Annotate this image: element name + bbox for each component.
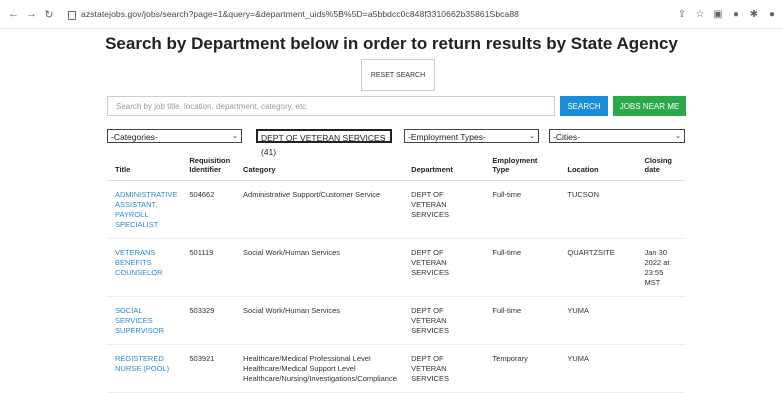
- chevron-down-icon: ⌄: [529, 133, 535, 140]
- categories-select[interactable]: -Categories- ⌄: [107, 129, 242, 143]
- categories-value: -Categories-: [111, 132, 158, 142]
- jobs-table: Title Requisition Identifier Category De…: [107, 156, 685, 393]
- employment-type-cell: Full-time: [484, 238, 560, 297]
- closing-date-cell: Jan 30 2022 at 23:55 MST: [636, 238, 685, 297]
- header-employment-type[interactable]: Employment Type: [484, 156, 560, 181]
- extension-icon[interactable]: ▣: [713, 9, 723, 20]
- reload-icon[interactable]: ↻: [44, 8, 54, 21]
- job-title-link[interactable]: VETERANS BENEFITS COUNSELOR: [107, 238, 182, 297]
- closing-date-cell: [636, 344, 685, 393]
- header-title[interactable]: Title: [107, 156, 182, 181]
- cities-select[interactable]: -Cities- ⌄: [549, 129, 685, 143]
- table-row: SOCIAL SERVICES SUPERVISOR 503329 Social…: [107, 296, 685, 345]
- lock-icon: [68, 10, 76, 20]
- department-cell: DEPT OF VETERAN SERVICES: [403, 238, 485, 297]
- requisition-id: 504662: [181, 180, 236, 239]
- star-icon[interactable]: ☆: [695, 9, 705, 20]
- table-row: REGISTERED NURSE (POOL) 503921 Healthcar…: [107, 344, 685, 393]
- employment-type-value: -Employment Types-: [408, 132, 486, 142]
- url-text: azstatejobs.gov/jobs/search?page=1&query…: [81, 9, 519, 19]
- header-requisition[interactable]: Requisition Identifier: [181, 156, 236, 181]
- closing-date-cell: [636, 296, 685, 345]
- department-cell: DEPT OF VETERAN SERVICES: [403, 296, 485, 345]
- employment-type-select[interactable]: -Employment Types- ⌄: [404, 129, 539, 143]
- page-title: Search by Department below in order to r…: [105, 34, 678, 53]
- location-cell: QUARTZSITE: [559, 238, 637, 297]
- share-icon[interactable]: ⇪: [677, 9, 687, 20]
- header-department[interactable]: Department: [403, 156, 485, 181]
- table-row: VETERANS BENEFITS COUNSELOR 501119 Socia…: [107, 238, 685, 297]
- employment-type-cell: Full-time: [484, 180, 560, 239]
- requisition-id: 501119: [181, 238, 236, 297]
- forward-icon[interactable]: →: [26, 8, 37, 21]
- header-category[interactable]: Category: [235, 156, 404, 181]
- header-closing-date[interactable]: Closing date: [636, 156, 685, 181]
- requisition-id: 503329: [181, 296, 236, 345]
- browser-toolbar: ← → ↻ azstatejobs.gov/jobs/search?page=1…: [0, 0, 783, 29]
- location-cell: YUMA: [559, 296, 637, 345]
- profile-icon[interactable]: ●: [767, 9, 777, 20]
- cities-value: -Cities-: [553, 132, 580, 142]
- back-icon[interactable]: ←: [8, 8, 19, 21]
- category-cell: Social Work/Human Services: [235, 296, 404, 345]
- jobs-near-me-button[interactable]: JOBS NEAR ME: [613, 96, 686, 116]
- employment-type-cell: Full-time: [484, 296, 560, 345]
- department-value: DEPT OF VETERAN SERVICES (41): [261, 133, 386, 157]
- location-cell: TUCSON: [559, 180, 637, 239]
- search-input[interactable]: Search by job title, location, departmen…: [107, 96, 555, 116]
- puzzle-icon[interactable]: ✱: [749, 9, 759, 20]
- category-cell: Administrative Support/Customer Service: [235, 180, 404, 239]
- department-cell: DEPT OF VETERAN SERVICES: [403, 344, 485, 393]
- extension-dot-icon[interactable]: ●: [731, 9, 741, 20]
- chevron-down-icon: ⌄: [232, 133, 238, 140]
- department-select[interactable]: DEPT OF VETERAN SERVICES (41) ⌄: [256, 129, 392, 157]
- job-title-link[interactable]: SOCIAL SERVICES SUPERVISOR: [107, 296, 182, 345]
- department-cell: DEPT OF VETERAN SERVICES: [403, 180, 485, 239]
- category-cell: Healthcare/Medical Professional Level He…: [235, 344, 404, 393]
- chevron-down-icon: ⌄: [381, 134, 387, 141]
- address-bar[interactable]: azstatejobs.gov/jobs/search?page=1&query…: [68, 9, 519, 20]
- reset-search-button[interactable]: RESET SEARCH: [361, 59, 435, 91]
- category-cell: Social Work/Human Services: [235, 238, 404, 297]
- job-title-link[interactable]: REGISTERED NURSE (POOL): [107, 344, 182, 393]
- closing-date-cell: [636, 180, 685, 239]
- location-cell: YUMA: [559, 344, 637, 393]
- search-button[interactable]: SEARCH: [560, 96, 608, 116]
- table-row: ADMINISTRATIVE ASSISTANT, PAYROLL SPECIA…: [107, 180, 685, 239]
- chevron-down-icon: ⌄: [675, 133, 681, 140]
- header-location[interactable]: Location: [559, 156, 637, 181]
- job-title-link[interactable]: ADMINISTRATIVE ASSISTANT, PAYROLL SPECIA…: [107, 180, 182, 239]
- employment-type-cell: Temporary: [484, 344, 560, 393]
- requisition-id: 503921: [181, 344, 236, 393]
